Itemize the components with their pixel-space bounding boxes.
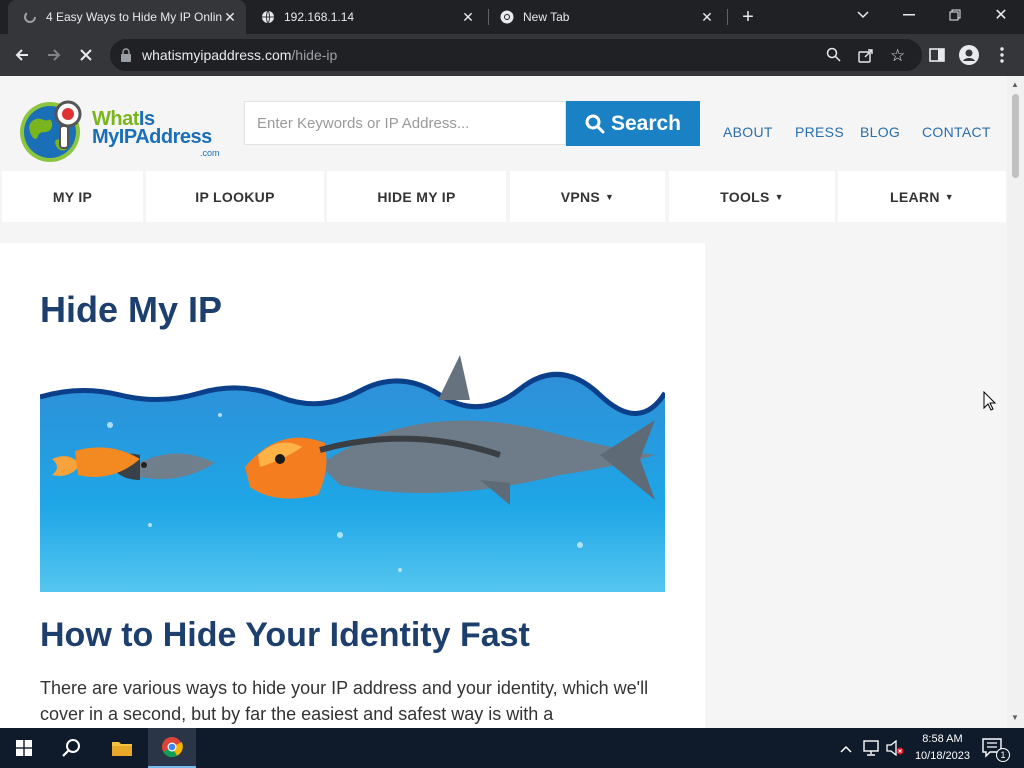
- nav-my-ip[interactable]: MY IP: [2, 171, 143, 222]
- volume-muted-icon[interactable]: [886, 739, 904, 761]
- page-viewport: WhatIs MyIPAddress .com Search ABOUT PRE…: [0, 76, 1024, 728]
- nav-label: VPNS: [560, 188, 601, 205]
- scroll-down-arrow-icon[interactable]: ▼: [1011, 713, 1019, 722]
- tab-title: 192.168.1.14: [284, 10, 355, 24]
- tab-new-tab[interactable]: New Tab ✕: [485, 0, 723, 34]
- chrome-taskbar-icon[interactable]: [148, 728, 196, 768]
- close-tab-icon[interactable]: ✕: [222, 9, 238, 25]
- tab-title: 4 Easy Ways to Hide My IP Online: [46, 10, 222, 24]
- globe-logo-icon: [20, 100, 82, 162]
- bookmark-star-icon[interactable]: ☆: [890, 46, 905, 66]
- search-icon: [585, 114, 605, 133]
- nav-label: TOOLS: [720, 188, 770, 205]
- minimize-icon[interactable]: [886, 0, 932, 30]
- close-tab-icon[interactable]: ✕: [699, 9, 715, 25]
- nav-tools[interactable]: TOOLS ▼: [669, 171, 835, 222]
- url-path: /hide-ip: [291, 47, 338, 63]
- new-tab-plus-icon[interactable]: +: [725, 2, 771, 32]
- nav-label: MY IP: [52, 188, 93, 205]
- chrome-icon: [499, 9, 515, 25]
- search-input[interactable]: [244, 101, 566, 145]
- tab-search-chevron-icon[interactable]: [840, 0, 886, 30]
- profile-avatar-icon[interactable]: [955, 41, 983, 69]
- nav-label: HIDE MY IP: [377, 188, 456, 205]
- close-window-icon[interactable]: ✕: [978, 0, 1024, 30]
- clock-date: 10/18/2023: [914, 750, 970, 762]
- url-host: whatismyipaddress.com: [142, 47, 292, 63]
- taskbar-search-icon[interactable]: [48, 728, 96, 768]
- lock-icon[interactable]: [120, 48, 132, 67]
- scrollbar-thumb[interactable]: [1012, 94, 1019, 178]
- tab-router[interactable]: 192.168.1.14 ✕: [246, 0, 484, 34]
- notification-count-badge: 1: [996, 748, 1010, 762]
- nav-label: IP LOOKUP: [195, 188, 275, 205]
- caret-down-icon: ▼: [605, 191, 615, 202]
- tab-strip: 4 Easy Ways to Hide My IP Online ✕ 192.1…: [0, 0, 1024, 34]
- page-scrollbar[interactable]: ▲ ▼: [1007, 76, 1024, 728]
- share-icon[interactable]: [858, 47, 874, 68]
- zoom-search-icon[interactable]: [826, 47, 841, 67]
- search-button-label: Search: [610, 111, 682, 135]
- side-panel-icon[interactable]: [923, 41, 951, 69]
- globe-icon: [260, 9, 276, 25]
- header-link-about[interactable]: ABOUT: [723, 124, 773, 140]
- nav-hide-my-ip[interactable]: HIDE MY IP: [327, 171, 506, 222]
- windows-taskbar: 8:58 AM 10/18/2023 1: [0, 728, 1024, 768]
- browser-toolbar: whatismyipaddress.com/hide-ip ☆: [0, 34, 1024, 76]
- nav-ip-lookup[interactable]: IP LOOKUP: [146, 171, 324, 222]
- network-icon[interactable]: [862, 740, 880, 761]
- header-link-press[interactable]: PRESS: [795, 124, 844, 140]
- clock-time: 8:58 AM: [922, 733, 963, 745]
- hero-image-fish-shark: [40, 355, 665, 592]
- url-text: whatismyipaddress.com/hide-ip: [142, 47, 337, 63]
- windows-start-icon[interactable]: [0, 728, 48, 768]
- logo-text-myipaddress: MyIPAddress: [92, 126, 212, 148]
- restore-icon[interactable]: [932, 0, 978, 30]
- page-title: Hide My IP: [40, 289, 223, 330]
- article-paragraph: There are various ways to hide your IP a…: [40, 678, 649, 724]
- system-tray-chevron-icon[interactable]: [840, 740, 852, 758]
- scroll-up-arrow-icon[interactable]: ▲: [1011, 80, 1019, 89]
- kebab-menu-icon[interactable]: [988, 41, 1016, 69]
- loading-spinner-icon: [22, 9, 38, 25]
- forward-arrow-icon[interactable]: [40, 41, 68, 69]
- nav-label: LEARN: [890, 188, 940, 205]
- file-explorer-icon[interactable]: [98, 728, 146, 768]
- header-link-blog[interactable]: BLOG: [860, 124, 900, 140]
- logo-text-com: .com: [200, 148, 220, 158]
- address-bar[interactable]: whatismyipaddress.com/hide-ip ☆: [110, 39, 922, 71]
- article-content: Hide My IP How to Hide Your Identity Fas…: [0, 243, 705, 728]
- nav-learn[interactable]: LEARN ▼: [838, 171, 1006, 222]
- tab-title: New Tab: [523, 10, 570, 24]
- article-subtitle: How to Hide Your Identity Fast: [40, 616, 530, 654]
- search-button[interactable]: Search: [566, 101, 700, 146]
- caret-down-icon: ▼: [944, 191, 954, 202]
- taskbar-clock[interactable]: 8:58 AM 10/18/2023: [915, 731, 970, 765]
- nav-vpns[interactable]: VPNS ▼: [510, 171, 665, 222]
- tab-hide-ip[interactable]: 4 Easy Ways to Hide My IP Online ✕: [8, 0, 246, 34]
- stop-loading-icon[interactable]: [72, 41, 100, 69]
- site-logo[interactable]: WhatIs MyIPAddress .com: [16, 94, 226, 166]
- caret-down-icon: ▼: [774, 191, 784, 202]
- back-arrow-icon[interactable]: [8, 41, 36, 69]
- close-tab-icon[interactable]: ✕: [460, 9, 476, 25]
- header-link-contact[interactable]: CONTACT: [922, 124, 991, 140]
- mouse-cursor-icon: [983, 391, 997, 411]
